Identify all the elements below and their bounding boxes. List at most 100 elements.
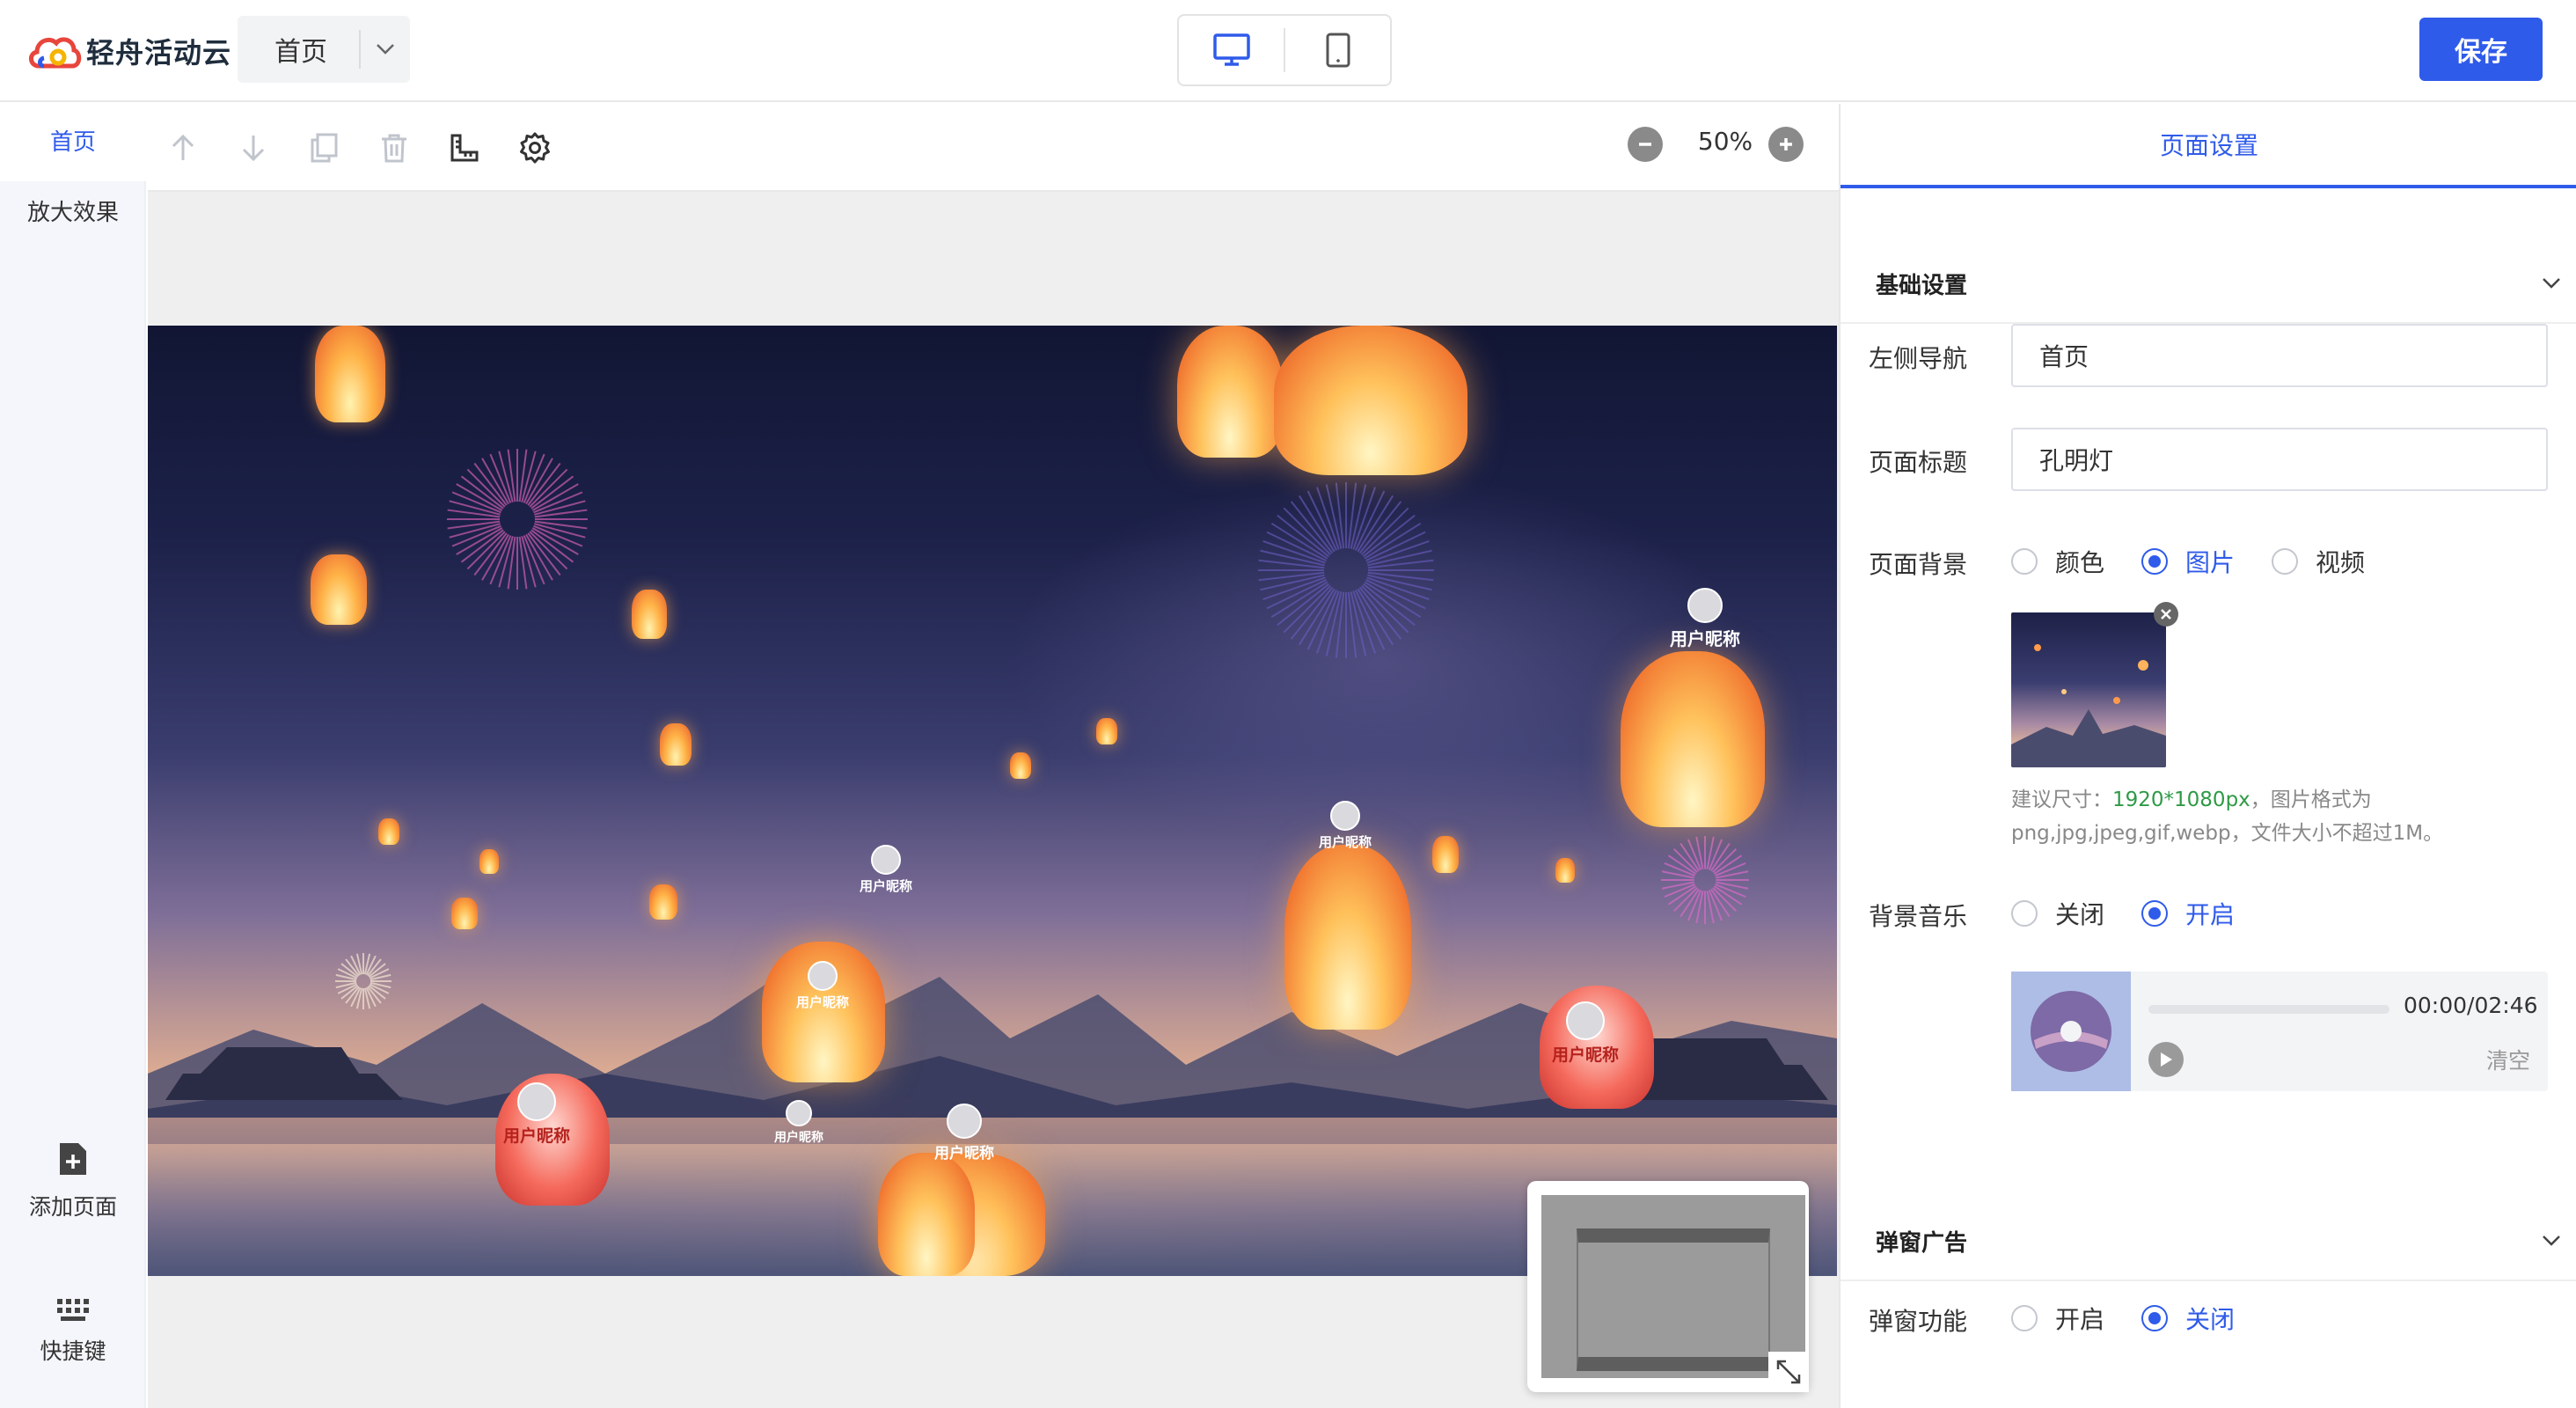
- section-popup-ad-title: 弹窗广告: [1876, 1229, 1968, 1257]
- user-nickname: 用户昵称: [1318, 834, 1372, 850]
- background-image-radio[interactable]: 图片: [2141, 544, 2235, 579]
- add-page-label: 添加页面: [28, 1194, 117, 1220]
- avatar: [786, 1100, 812, 1126]
- page-title-input[interactable]: [2011, 428, 2548, 491]
- user-avatar-badge: 用户昵称: [845, 845, 927, 895]
- radio-circle[interactable]: [2141, 900, 2169, 927]
- avatar: [1687, 588, 1723, 623]
- radio-circle[interactable]: [2011, 548, 2038, 575]
- radio-circle[interactable]: [2141, 548, 2169, 575]
- lantern-graphic: [632, 590, 667, 639]
- lantern-graphic: [315, 326, 385, 422]
- desktop-view-button[interactable]: [1179, 16, 1284, 84]
- page-item-home[interactable]: 首页: [0, 104, 146, 181]
- save-button[interactable]: 保存: [2419, 18, 2543, 81]
- music-clear-button[interactable]: 清空: [2486, 1044, 2530, 1075]
- device-toggle: [1177, 14, 1392, 86]
- avatar: [1566, 1001, 1605, 1040]
- lantern-graphic: [1432, 836, 1459, 873]
- section-popup-ad[interactable]: 弹窗广告: [1841, 1202, 2576, 1281]
- user-avatar-badge: 用户昵称: [920, 1104, 1008, 1162]
- radio-circle[interactable]: [2141, 1305, 2169, 1331]
- hint-prefix: 建议尺寸：: [2011, 788, 2112, 811]
- zoom-level: 50%: [1697, 127, 1753, 156]
- page-item-zoom-effect[interactable]: 放大效果: [0, 181, 146, 245]
- radio-circle[interactable]: [2011, 900, 2038, 927]
- radio-label: 关闭: [2185, 1305, 2236, 1334]
- shortcuts-button[interactable]: 快捷键: [0, 1297, 146, 1366]
- section-basic-settings[interactable]: 基础设置: [1841, 245, 2576, 324]
- move-down-button[interactable]: [234, 128, 273, 167]
- remove-image-button[interactable]: [2154, 602, 2178, 627]
- music-on-radio[interactable]: 开启: [2141, 896, 2235, 931]
- large-lantern-graphic: [1284, 845, 1411, 1030]
- chevron-down-icon[interactable]: [361, 43, 410, 55]
- radio-label: 开启: [2055, 1305, 2105, 1334]
- zoom-in-button[interactable]: [1768, 127, 1804, 162]
- hint-size: 1920*1080px: [2112, 788, 2250, 811]
- lantern-graphic: [311, 554, 367, 625]
- background-type-radio-group: 颜色 图片 视频: [2011, 544, 2402, 579]
- lantern-graphic: [378, 818, 399, 845]
- delete-button[interactable]: [375, 128, 413, 167]
- shortcuts-label: 快捷键: [40, 1338, 106, 1364]
- user-avatar-badge: 用户昵称: [781, 961, 864, 1011]
- radio-circle[interactable]: [2272, 548, 2299, 575]
- keyboard-icon: [57, 1299, 89, 1321]
- radio-label: 关闭: [2055, 900, 2105, 929]
- background-color-radio[interactable]: 颜色: [2011, 544, 2104, 579]
- avatar: [947, 1104, 982, 1139]
- play-icon: [2161, 1052, 2172, 1067]
- user-avatar-badge: 用户昵称: [1540, 1001, 1631, 1066]
- mobile-view-button[interactable]: [1285, 16, 1390, 84]
- mobile-icon: [1326, 33, 1350, 68]
- music-progress-bar[interactable]: [2148, 1005, 2389, 1014]
- user-avatar-badge: 用户昵称: [759, 1100, 838, 1146]
- canvas-minimap[interactable]: [1527, 1181, 1809, 1392]
- minus-icon: [1639, 143, 1651, 146]
- radio-label: 图片: [2185, 548, 2236, 577]
- radio-label: 颜色: [2055, 548, 2105, 577]
- close-icon: [2161, 609, 2171, 620]
- page-selector-value: 首页: [274, 37, 327, 68]
- background-image-thumbnail[interactable]: [2011, 612, 2166, 767]
- popup-off-radio[interactable]: 关闭: [2141, 1301, 2235, 1336]
- section-basic-settings-title: 基础设置: [1876, 272, 1968, 299]
- page-selector[interactable]: 首页: [238, 16, 410, 83]
- trash-icon: [382, 134, 406, 163]
- add-page-button[interactable]: 添加页面: [0, 1140, 146, 1221]
- desktop-icon: [1212, 33, 1250, 66]
- chevron-down-icon[interactable]: [2525, 1235, 2576, 1247]
- chevron-down-icon[interactable]: [2525, 277, 2576, 290]
- page-title-label: 页面标题: [1869, 448, 1968, 477]
- ruler-button[interactable]: [445, 128, 484, 167]
- background-video-radio[interactable]: 视频: [2272, 544, 2365, 579]
- user-nickname: 用户昵称: [774, 1131, 823, 1145]
- arrow-up-icon: [172, 134, 194, 160]
- move-up-button[interactable]: [164, 128, 202, 167]
- page-background-label: 页面背景: [1869, 550, 1968, 579]
- settings-button[interactable]: [516, 128, 554, 167]
- page-preview[interactable]: 用户昵称 用户昵称 用户昵称 用户昵称 用户昵称 用户昵称 用户昵称 用户昵称: [148, 326, 1837, 1276]
- music-off-radio[interactable]: 关闭: [2011, 896, 2104, 931]
- large-lantern-graphic: [1621, 651, 1765, 827]
- user-nickname: 用户昵称: [859, 878, 912, 894]
- tab-page-settings[interactable]: 页面设置: [1841, 104, 2576, 188]
- expand-icon: [1776, 1360, 1801, 1384]
- lantern-graphic: [1096, 718, 1117, 744]
- zoom-out-button[interactable]: [1628, 127, 1663, 162]
- copy-button[interactable]: [304, 128, 343, 167]
- thumbnail-scene-graphic: [2011, 644, 2166, 767]
- avatar: [517, 1082, 556, 1121]
- minimap-expand-button[interactable]: [1768, 1352, 1809, 1392]
- popup-function-label: 弹窗功能: [1869, 1307, 1968, 1336]
- popup-on-radio[interactable]: 开启: [2011, 1301, 2104, 1336]
- canvas-toolbar: 50%: [148, 104, 1839, 192]
- music-play-button[interactable]: [2148, 1042, 2184, 1077]
- arrow-down-icon: [242, 136, 265, 162]
- user-nickname: 用户昵称: [1670, 628, 1740, 649]
- left-nav-input[interactable]: [2011, 324, 2548, 387]
- copy-icon: [311, 133, 338, 163]
- radio-circle[interactable]: [2011, 1305, 2038, 1331]
- minimap-frame: [1577, 1228, 1770, 1371]
